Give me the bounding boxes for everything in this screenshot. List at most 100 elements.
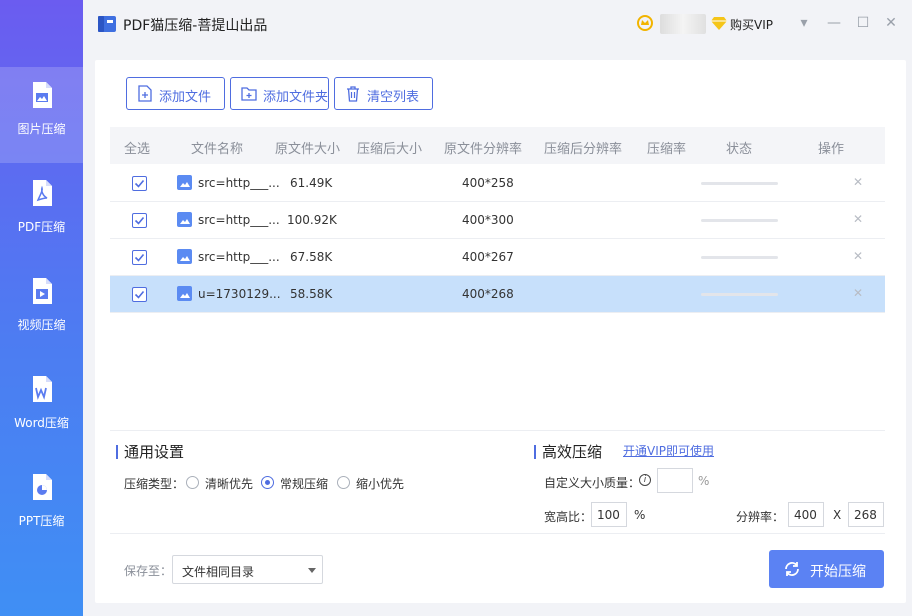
settings-divider [110, 430, 885, 431]
sidebar-item-label: PPT压缩 [18, 514, 65, 528]
delete-icon[interactable]: ✕ [851, 249, 865, 263]
refresh-icon [785, 562, 799, 576]
delete-icon[interactable]: ✕ [851, 286, 865, 300]
image-file-icon [177, 286, 192, 301]
close-icon[interactable]: ✕ [883, 15, 899, 31]
file-size: 61.49K [290, 176, 333, 190]
file-name: src=http___... [198, 250, 280, 264]
row-checkbox[interactable] [132, 213, 147, 228]
main-panel: 添加文件 添加文件夹 清空列表 全选 文件名称 原文件大小 压缩后大小 原文件分… [95, 60, 906, 603]
custom-quality-label: 自定义大小质量： [544, 476, 641, 490]
footer-divider [110, 533, 885, 534]
app-title: PDF猫压缩-菩提山出品 [123, 18, 268, 34]
row-checkbox[interactable] [132, 250, 147, 265]
select-all-header[interactable]: 全选 [124, 138, 150, 157]
sidebar-item-video-compress[interactable]: 视频压缩 [0, 263, 83, 359]
original-resolution-header: 原文件分辨率 [444, 142, 523, 157]
original-size-header: 原文件大小 [275, 142, 341, 157]
progress-bar [701, 182, 778, 185]
resolution-height-input[interactable] [848, 502, 884, 527]
table-row[interactable]: src=http___... 67.58K 400*267 ✕ [110, 239, 885, 276]
sidebar-item-label: Word压缩 [14, 416, 69, 430]
start-compress-button[interactable]: 开始压缩 [769, 550, 884, 588]
section-marker [116, 445, 118, 459]
file-resolution: 400*268 [462, 287, 514, 301]
radio-size-first[interactable] [337, 476, 350, 489]
add-folder-icon [241, 87, 257, 101]
clear-list-button[interactable]: 清空列表 [334, 77, 433, 110]
progress-bar [701, 256, 778, 259]
row-checkbox[interactable] [132, 287, 147, 302]
progress-bar [701, 219, 778, 222]
sidebar-item-label: PDF压缩 [17, 220, 66, 234]
ratio-header: 压缩率 [647, 142, 687, 157]
clear-list-label: 清空列表 [367, 90, 420, 105]
video-file-icon [33, 278, 52, 304]
add-file-icon [138, 85, 152, 102]
radio-normal-compress[interactable] [261, 476, 274, 489]
trash-icon [347, 86, 359, 102]
sidebar: 图片压缩 PDF压缩 视频压缩 Word压缩 PPT压缩 [0, 0, 83, 616]
open-vip-link[interactable]: 开通VIP即可使用 [623, 442, 714, 459]
word-file-icon [33, 376, 52, 402]
resolution-width-input[interactable] [788, 502, 824, 527]
add-file-button[interactable]: 添加文件 [126, 77, 225, 110]
minimize-icon[interactable]: — [826, 15, 842, 31]
status-header: 状态 [726, 142, 753, 157]
radio-label[interactable]: 常规压缩 [280, 475, 328, 492]
ppt-file-icon [33, 474, 52, 500]
row-checkbox[interactable] [132, 176, 147, 191]
compressed-size-header: 压缩后大小 [357, 142, 423, 157]
quality-input[interactable] [657, 468, 693, 493]
action-header: 操作 [818, 142, 845, 157]
sidebar-item-word-compress[interactable]: Word压缩 [0, 361, 83, 457]
file-size: 58.58K [290, 287, 333, 301]
file-resolution: 400*258 [462, 176, 514, 190]
image-file-icon [177, 249, 192, 264]
add-file-label: 添加文件 [159, 90, 212, 105]
buy-vip-link[interactable]: 购买VIP [730, 16, 773, 33]
info-icon[interactable]: i [639, 474, 651, 486]
file-resolution: 400*300 [462, 213, 514, 227]
radio-clarity-first[interactable] [186, 476, 199, 489]
advanced-title: 高效压缩 [542, 443, 603, 461]
compress-type-label: 压缩类型： [124, 477, 185, 491]
table-row[interactable]: u=1730129... 58.58K 400*268 ✕ [110, 276, 885, 313]
menu-dropdown-icon[interactable]: ▾ [796, 15, 812, 31]
general-settings-title: 通用设置 [124, 443, 185, 461]
delete-icon[interactable]: ✕ [851, 212, 865, 226]
progress-bar [701, 293, 778, 296]
resolution-x: X [833, 508, 842, 522]
sidebar-header [0, 0, 83, 48]
percent-unit: % [698, 474, 710, 488]
aspect-ratio-input[interactable] [591, 502, 627, 527]
sidebar-item-image-compress[interactable]: 图片压缩 [0, 67, 83, 163]
delete-icon[interactable]: ✕ [851, 175, 865, 189]
username-blurred [660, 14, 706, 34]
radio-label[interactable]: 缩小优先 [356, 475, 404, 492]
image-file-icon [33, 82, 52, 108]
file-name: src=http___... [198, 213, 280, 227]
percent-unit: % [634, 508, 646, 522]
add-folder-button[interactable]: 添加文件夹 [230, 77, 329, 110]
save-location-value: 文件相同目录 [182, 565, 255, 579]
compressed-resolution-header: 压缩后分辨率 [544, 142, 623, 157]
app-logo-icon [98, 16, 116, 32]
file-size: 100.92K [287, 213, 337, 227]
sidebar-item-ppt-compress[interactable]: PPT压缩 [0, 459, 83, 555]
diamond-icon [711, 17, 727, 30]
crown-icon [637, 15, 653, 31]
save-to-label: 保存至： [124, 564, 173, 578]
save-location-select[interactable]: 文件相同目录 [172, 555, 323, 584]
file-name: u=1730129... [198, 287, 281, 301]
maximize-icon[interactable]: ☐ [855, 15, 871, 31]
chevron-down-icon [308, 568, 316, 573]
table-row[interactable]: src=http___... 100.92K 400*300 ✕ [110, 202, 885, 239]
table-row[interactable]: src=http___... 61.49K 400*258 ✕ [110, 165, 885, 202]
file-resolution: 400*267 [462, 250, 514, 264]
aspect-ratio-label: 宽高比： [544, 510, 593, 524]
sidebar-item-label: 视频压缩 [17, 318, 66, 332]
pdf-file-icon [33, 180, 52, 206]
radio-label[interactable]: 清晰优先 [205, 475, 253, 492]
sidebar-item-pdf-compress[interactable]: PDF压缩 [0, 165, 83, 261]
